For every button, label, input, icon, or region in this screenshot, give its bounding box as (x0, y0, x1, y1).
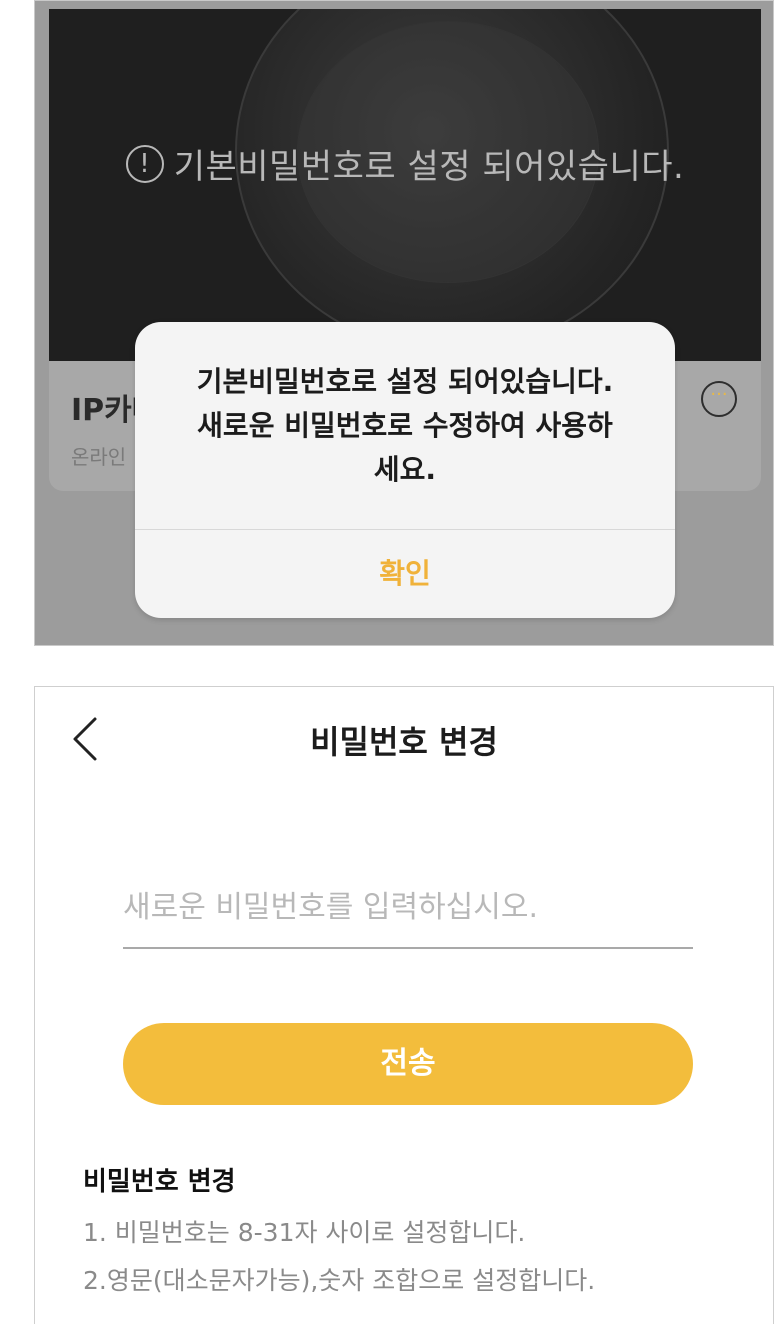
page-title: 비밀번호 변경 (310, 723, 498, 761)
warning-text: 기본비밀번호로 설정 되어있습니다. (173, 147, 685, 187)
alert-message: 기본비밀번호로 설정 되어있습니다. 새로운 비밀번호로 수정하여 사용하 세요… (155, 360, 655, 492)
device-status: 온라인 (71, 445, 127, 469)
info-title: 비밀번호 변경 (83, 1167, 236, 1197)
exclamation-circle-icon: ! (125, 144, 164, 183)
new-password-input[interactable] (123, 867, 693, 949)
alert-message-line: 세요. (373, 453, 437, 486)
camera-preview[interactable]: ! 기본비밀번호로 설정 되어있습니다. (49, 9, 761, 361)
alert-dialog: 기본비밀번호로 설정 되어있습니다. 새로운 비밀번호로 수정하여 사용하 세요… (135, 322, 675, 618)
alert-message-line: 기본비밀번호로 설정 되어있습니다. (196, 365, 614, 398)
submit-button[interactable]: 전송 (123, 1023, 693, 1105)
info-line: 2.영문(대소문자가능),숫자 조합으로 설정합니다. (83, 1266, 596, 1295)
alert-message-line: 새로운 비밀번호로 수정하여 사용하 (197, 409, 613, 442)
ellipsis-icon[interactable]: ··· (701, 381, 737, 417)
info-line: 1. 비밀번호는 8-31자 사이로 설정합니다. (83, 1218, 526, 1247)
password-change-screen: 비밀번호 변경 전송 비밀번호 변경 1. 비밀번호는 8-31자 사이로 설정… (34, 686, 774, 1324)
default-password-warning: ! 기본비밀번호로 설정 되어있습니다. (49, 139, 761, 188)
device-name: IP카메라 (71, 393, 143, 428)
camera-screen: !기본비밀번호로 설정 되어있습니다. IP카메라 온라인 ··· 기본비밀번호… (34, 0, 774, 646)
confirm-button[interactable]: 확인 (135, 530, 675, 618)
